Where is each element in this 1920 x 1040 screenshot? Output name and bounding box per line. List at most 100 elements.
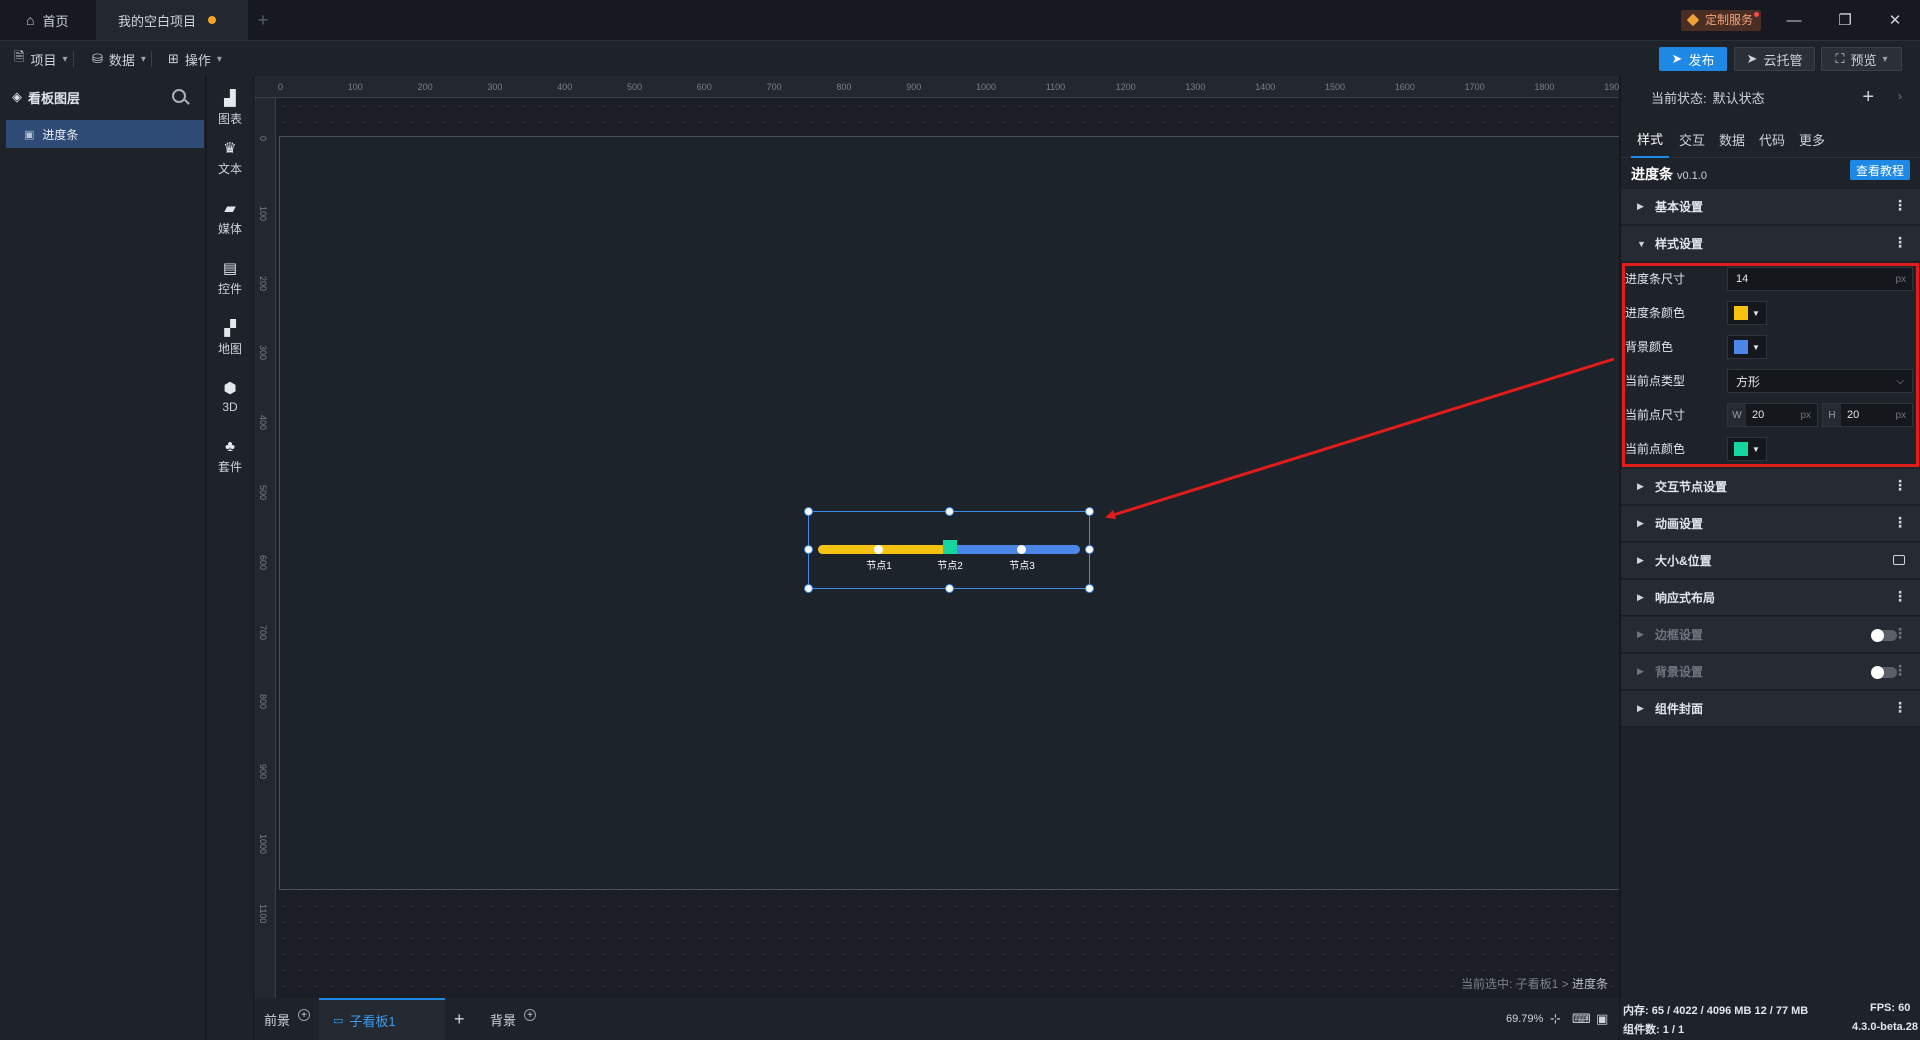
section-style[interactable]: ▼ 样式设置 ⋮ <box>1621 226 1920 262</box>
component-map[interactable]: ▞ 地图 <box>207 314 253 364</box>
menu-operation-label: 操作 <box>184 52 211 68</box>
component-chart[interactable]: ▟ 图表 <box>207 84 253 134</box>
resize-handle[interactable] <box>1085 545 1094 554</box>
menu-bar: 🗎 项目 ▾ ⛁ 数据 ▾ ⊞ 操作 ▾ <box>0 40 1920 76</box>
tab-style[interactable]: 样式 <box>1631 120 1670 158</box>
resize-handle[interactable] <box>804 584 813 593</box>
tab-foreground[interactable]: 前景 + <box>264 998 311 1040</box>
section-label: 响应式布局 <box>1655 591 1716 605</box>
monitor-icon: ▭ <box>333 1014 344 1027</box>
tab-sub-board[interactable]: ▭ 子看板1 <box>319 998 445 1040</box>
tab-data[interactable]: 数据 <box>1713 120 1751 158</box>
component-media[interactable]: ▰ 媒体 <box>207 194 253 244</box>
menu-project[interactable]: 🗎 项目 ▾ <box>14 41 74 77</box>
ruler-tick-label: 800 <box>258 694 268 710</box>
component-name: 进度条 <box>1631 166 1673 182</box>
section-interact-node[interactable]: ▶ 交互节点设置 ⋮ <box>1621 469 1920 505</box>
menu-data[interactable]: ⛁ 数据 ▾ <box>92 41 152 77</box>
section-animation[interactable]: ▶ 动画设置 ⋮ <box>1621 506 1920 542</box>
resize-handle[interactable] <box>945 584 954 593</box>
minimize-button[interactable]: — <box>1771 0 1817 40</box>
divider <box>72 51 74 67</box>
more-vertical-icon[interactable]: ⋮ <box>1893 477 1907 494</box>
custom-service-button[interactable]: 定制服务 <box>1681 10 1762 31</box>
tab-home[interactable]: ⌂ 首页 <box>14 0 94 40</box>
ruler-tick-label: 200 <box>417 82 433 92</box>
text-icon: ♛ <box>223 140 237 157</box>
layer-item-progress[interactable]: ▣ 进度条 <box>6 120 204 148</box>
search-icon[interactable] <box>172 89 186 103</box>
section-responsive[interactable]: ▶ 响应式布局 ⋮ <box>1621 580 1920 616</box>
layers-icon: ◈ <box>12 89 22 104</box>
restore-button[interactable]: ❐ <box>1822 0 1868 40</box>
add-circle-icon[interactable]: + <box>298 1009 311 1021</box>
add-board-button[interactable]: + <box>454 998 465 1040</box>
title-bar: ⌂ 首页 我的空白项目 + 定制服务 — ❐ ✕ <box>0 0 1920 40</box>
more-vertical-icon[interactable]: ⋮ <box>1893 625 1907 642</box>
menu-operation[interactable]: ⊞ 操作 ▾ <box>168 41 222 77</box>
component-3d[interactable]: ⬢ 3D <box>207 372 253 422</box>
terminal-icon[interactable]: ▣ <box>1596 998 1608 1040</box>
section-basic[interactable]: ▶ 基本设置 ⋮ <box>1621 189 1920 225</box>
fit-screen-icon[interactable]: ⊹ <box>1550 998 1561 1040</box>
ruler-tick-label: 900 <box>906 82 922 92</box>
section-label: 背景设置 <box>1655 665 1704 679</box>
tab-background[interactable]: 背景 + <box>490 998 537 1040</box>
divider <box>150 51 152 67</box>
ruler-tick-label: 500 <box>627 82 643 92</box>
component-kit[interactable]: ♣ 套件 <box>207 432 253 482</box>
add-circle-icon[interactable]: + <box>524 1009 537 1021</box>
tab-foreground-label: 前景 <box>264 1012 291 1028</box>
more-vertical-icon[interactable]: ⋮ <box>1893 197 1907 214</box>
keyboard-icon[interactable]: ⌨ <box>1572 998 1591 1040</box>
fullscreen-icon: ⛶ <box>1835 51 1845 66</box>
tab-interaction[interactable]: 交互 <box>1673 120 1711 158</box>
resize-handle[interactable] <box>804 507 813 516</box>
add-state-button[interactable]: + <box>1862 86 1874 109</box>
publish-button[interactable]: ➤ 发布 <box>1659 47 1727 71</box>
section-background[interactable]: ▶ 背景设置 ⋮ <box>1621 654 1920 690</box>
more-vertical-icon[interactable]: ⋮ <box>1893 699 1907 716</box>
layers-title: 看板图层 <box>28 90 81 106</box>
grid-icon: ⊞ <box>168 51 179 66</box>
section-cover[interactable]: ▶ 组件封面 ⋮ <box>1621 691 1920 727</box>
ruler-tick-label: 400 <box>557 82 573 92</box>
close-button[interactable]: ✕ <box>1872 0 1918 40</box>
resize-handle[interactable] <box>945 507 954 516</box>
layers-panel: ◈ 看板图层 ▣ 进度条 <box>0 76 206 1040</box>
status-bar: 内存: 65 / 4022 / 4096 MB 12 / 77 MB FPS: … <box>1620 998 1920 1040</box>
ruler-tick-label: 600 <box>258 554 268 570</box>
tab-more[interactable]: 更多 <box>1793 120 1831 158</box>
zoom-level[interactable]: 69.79% <box>1506 998 1543 1040</box>
state-label: 当前状态: <box>1651 90 1707 106</box>
chevron-right-icon[interactable]: › <box>1898 89 1902 103</box>
section-label: 组件封面 <box>1655 702 1704 716</box>
resize-handle[interactable] <box>804 545 813 554</box>
lock-icon[interactable] <box>1893 555 1905 565</box>
section-label: 边框设置 <box>1655 628 1704 642</box>
more-vertical-icon[interactable]: ⋮ <box>1893 662 1907 679</box>
component-text[interactable]: ♛ 文本 <box>207 134 253 184</box>
tutorial-button[interactable]: 查看教程 <box>1850 160 1910 180</box>
preview-button[interactable]: ⛶ 预览 ▾ <box>1821 47 1902 71</box>
ruler-tick-label: 300 <box>487 82 503 92</box>
ruler-tick-label: 1300 <box>1185 82 1206 92</box>
section-size-position[interactable]: ▶ 大小&位置 <box>1621 543 1920 579</box>
more-vertical-icon[interactable]: ⋮ <box>1893 588 1907 605</box>
version-label: 4.3.0-beta.28 <box>1852 1021 1919 1033</box>
tab-code[interactable]: 代码 <box>1753 120 1791 158</box>
cloud-hosting-button[interactable]: ➤ 云托管 <box>1734 47 1815 71</box>
more-vertical-icon[interactable]: ⋮ <box>1893 514 1907 531</box>
more-vertical-icon[interactable]: ⋮ <box>1893 234 1907 251</box>
section-border[interactable]: ▶ 边框设置 ⋮ <box>1621 617 1920 653</box>
resize-handle[interactable] <box>1085 507 1094 516</box>
tab-project[interactable]: 我的空白项目 <box>96 0 248 40</box>
new-tab-button[interactable]: + <box>248 0 278 40</box>
ruler-tick-label: 300 <box>258 345 268 361</box>
component-control[interactable]: ▤ 控件 <box>207 254 253 304</box>
caret-right-icon: ▶ <box>1637 629 1644 639</box>
ruler-tick-label: 500 <box>258 485 268 501</box>
state-value[interactable]: 默认状态 <box>1713 88 1765 107</box>
resize-handle[interactable] <box>1085 584 1094 593</box>
caret-right-icon: ▶ <box>1637 666 1644 676</box>
